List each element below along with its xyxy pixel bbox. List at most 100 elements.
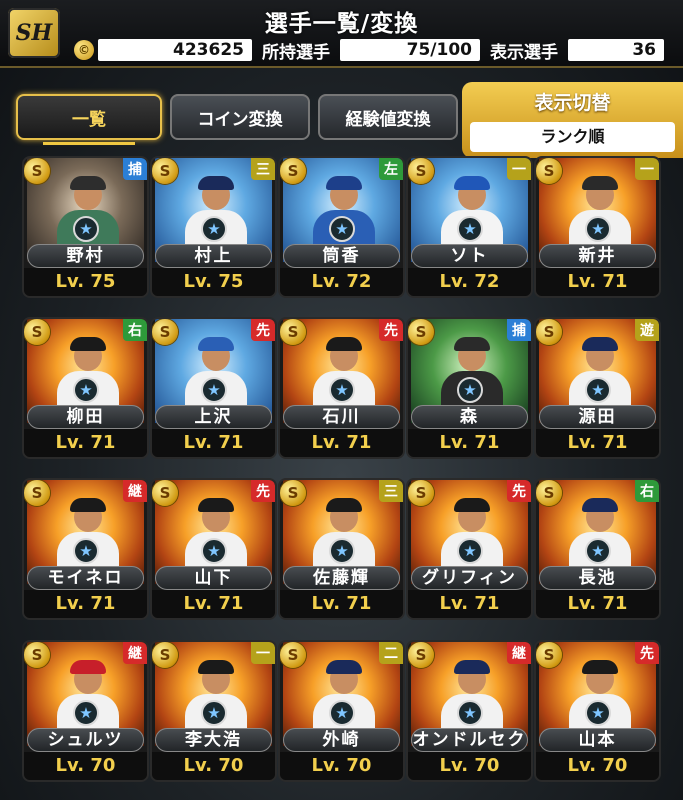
tab-exp-exchange-label: 経験値変換: [345, 109, 431, 130]
player-card[interactable]: S 先 ★ 石川 Lv. 71: [280, 319, 403, 457]
player-level: Lv. 71: [408, 429, 531, 457]
rank-s-icon: S: [408, 642, 434, 668]
player-name: 野村: [27, 244, 144, 268]
player-name: 村上: [155, 244, 272, 268]
position-badge: 先: [251, 319, 275, 341]
display-toggle-label: 表示切替: [534, 92, 611, 114]
tab-list[interactable]: 一覧: [16, 94, 162, 145]
player-card[interactable]: S 遊 ★ 源田 Lv. 71: [536, 319, 659, 457]
player-card[interactable]: S 三 ★ 村上 Lv. 75: [152, 158, 275, 296]
player-cap: [70, 660, 106, 674]
rank-s-icon: S: [24, 319, 50, 345]
position-badge: 二: [379, 642, 403, 664]
player-name: 外崎: [283, 728, 400, 752]
player-card[interactable]: S 継 ★ シュルツ Lv. 70: [24, 642, 147, 780]
star-icon: ★: [457, 700, 483, 726]
player-name: 筒香: [283, 244, 400, 268]
player-name: オンドルセク: [411, 728, 528, 752]
player-card[interactable]: S 一 ★ ソト Lv. 72: [408, 158, 531, 296]
player-level: Lv. 75: [24, 268, 147, 296]
position-badge: 先: [635, 642, 659, 664]
star-icon: ★: [457, 216, 483, 242]
player-cap: [454, 337, 490, 351]
player-cap: [326, 660, 362, 674]
rank-s-icon: S: [152, 319, 178, 345]
player-card[interactable]: S 先 ★ 上沢 Lv. 71: [152, 319, 275, 457]
tab-coin-exchange-label: コイン変換: [197, 109, 283, 130]
star-icon: ★: [201, 377, 227, 403]
display-toggle-button[interactable]: 表示切替 ランク順: [462, 82, 683, 158]
player-cap: [198, 337, 234, 351]
player-level: Lv. 71: [536, 590, 659, 618]
player-card[interactable]: S 先 ★ 山本 Lv. 70: [536, 642, 659, 780]
position-badge: 三: [379, 480, 403, 502]
page-title: 選手一覧/変換: [264, 11, 419, 37]
rank-s-icon: S: [152, 480, 178, 506]
player-level: Lv. 71: [152, 590, 275, 618]
sort-order-value: ランク順: [470, 122, 675, 152]
position-badge: 継: [507, 642, 531, 664]
player-card[interactable]: S 捕 ★ 森 Lv. 71: [408, 319, 531, 457]
star-icon: ★: [457, 538, 483, 564]
rank-s-icon: S: [408, 480, 434, 506]
player-cap: [454, 176, 490, 190]
player-card[interactable]: S 一 ★ 新井 Lv. 71: [536, 158, 659, 296]
player-level: Lv. 71: [536, 429, 659, 457]
player-card[interactable]: S 二 ★ 外崎 Lv. 70: [280, 642, 403, 780]
star-icon: ★: [585, 700, 611, 726]
player-card[interactable]: S 三 ★ 佐藤輝 Lv. 71: [280, 480, 403, 618]
player-card[interactable]: S 継 ★ オンドルセク Lv. 70: [408, 642, 531, 780]
tab-list-label: 一覧: [72, 109, 106, 130]
coin-count: 423625: [98, 39, 252, 61]
player-card[interactable]: S 継 ★ モイネロ Lv. 71: [24, 480, 147, 618]
star-icon: ★: [201, 538, 227, 564]
rank-s-icon: S: [408, 319, 434, 345]
star-icon: ★: [329, 216, 355, 242]
player-level: Lv. 72: [408, 268, 531, 296]
rank-s-icon: S: [280, 480, 306, 506]
player-level: Lv. 72: [280, 268, 403, 296]
player-card[interactable]: S 捕 ★ 野村 Lv. 75: [24, 158, 147, 296]
rank-s-icon: S: [536, 158, 562, 184]
coin-icon: ©: [74, 40, 94, 60]
player-card-grid: S 捕 ★ 野村 Lv. 75 S 三 ★ 村上 Lv. 75 S 左 ★ 筒香 Lv. 72 S 一 ★ ソト Lv…: [24, 158, 664, 800]
tab-coin-exchange[interactable]: コイン変換: [170, 94, 310, 140]
header-bar: SH 選手一覧/変換 © 423625 所持選手 75/100 表示選手 36: [0, 0, 683, 68]
rank-s-icon: S: [24, 158, 50, 184]
player-card[interactable]: S 一 ★ 李大浩 Lv. 70: [152, 642, 275, 780]
player-cap: [70, 337, 106, 351]
player-level: Lv. 71: [280, 429, 403, 457]
rank-s-icon: S: [280, 319, 306, 345]
star-icon: ★: [329, 377, 355, 403]
tab-exp-exchange[interactable]: 経験値変換: [318, 94, 458, 140]
player-cap: [198, 660, 234, 674]
position-badge: 一: [507, 158, 531, 180]
player-name: 山下: [155, 566, 272, 590]
owned-players-count: 75/100: [340, 39, 480, 61]
star-icon: ★: [73, 216, 99, 242]
player-name: 源田: [539, 405, 656, 429]
player-name: 新井: [539, 244, 656, 268]
player-name: シュルツ: [27, 728, 144, 752]
player-level: Lv. 70: [408, 752, 531, 780]
player-card[interactable]: S 先 ★ グリフィン Lv. 71: [408, 480, 531, 618]
player-level: Lv. 70: [536, 752, 659, 780]
rank-s-icon: S: [536, 480, 562, 506]
shown-players-count: 36: [568, 39, 664, 61]
shown-players-label: 表示選手: [490, 42, 558, 63]
player-card[interactable]: S 右 ★ 長池 Lv. 71: [536, 480, 659, 618]
player-card[interactable]: S 右 ★ 柳田 Lv. 71: [24, 319, 147, 457]
player-name: 柳田: [27, 405, 144, 429]
player-card[interactable]: S 先 ★ 山下 Lv. 71: [152, 480, 275, 618]
position-badge: 継: [123, 480, 147, 502]
position-badge: 捕: [507, 319, 531, 341]
position-badge: 三: [251, 158, 275, 180]
player-name: ソト: [411, 244, 528, 268]
player-name: 山本: [539, 728, 656, 752]
tab-bar: 一覧 コイン変換 経験値変換 表示切替 ランク順: [0, 82, 683, 158]
player-cap: [582, 176, 618, 190]
player-card[interactable]: S 左 ★ 筒香 Lv. 72: [280, 158, 403, 296]
player-level: Lv. 71: [24, 590, 147, 618]
rank-s-icon: S: [536, 642, 562, 668]
position-badge: 右: [635, 480, 659, 502]
